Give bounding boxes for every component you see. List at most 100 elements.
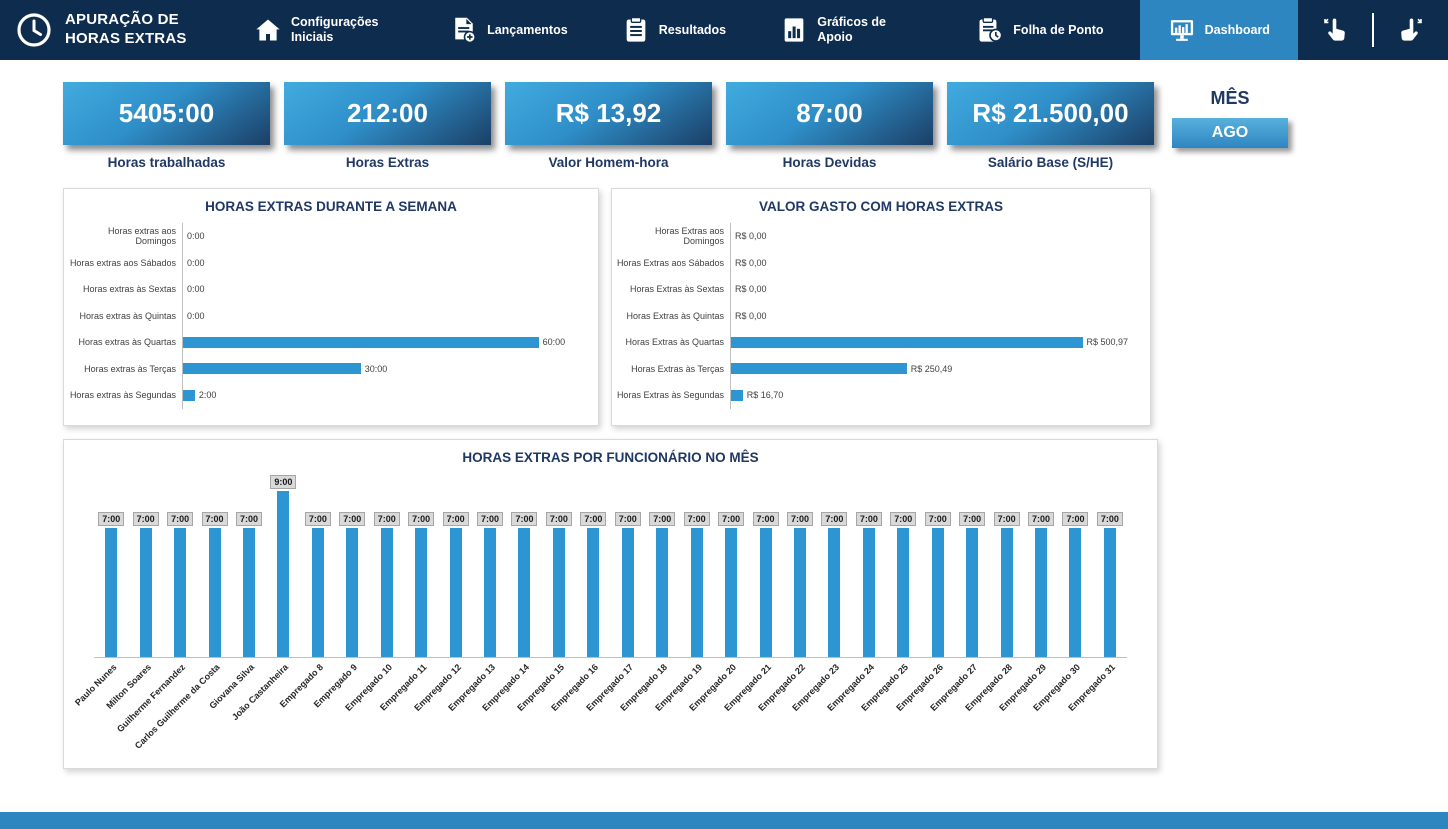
value-label: 7:00: [890, 512, 916, 526]
hand-gesture-right-icon[interactable]: [1386, 14, 1434, 46]
bar-track: R$ 500,97: [730, 329, 1138, 356]
chart-title: VALOR GASTO COM HORAS EXTRAS: [612, 189, 1150, 214]
kpi-value-card: 5405:00: [63, 82, 270, 145]
bar-column: 7:00: [94, 512, 128, 658]
bar: [553, 528, 565, 658]
kpi-valor-homem-hora: R$ 13,92 Valor Homem-hora: [505, 82, 712, 170]
bar: [731, 337, 1083, 348]
gesture-controls: [1298, 0, 1448, 60]
clipboard-clock-icon: [976, 16, 1004, 44]
bar: [183, 363, 361, 374]
bar-track: 60:00: [182, 329, 586, 356]
value-label: 7:00: [339, 512, 365, 526]
bar-track: 0:00: [182, 276, 586, 303]
value-label: 7:00: [1097, 512, 1123, 526]
month-selector-button[interactable]: AGO: [1172, 118, 1288, 148]
kpi-label: Horas Extras: [284, 155, 491, 170]
bar-column: 7:00: [404, 512, 438, 658]
nav-item-folha-de-ponto[interactable]: Folha de Ponto: [958, 0, 1121, 60]
bar: [1104, 528, 1116, 658]
bar-column: 7:00: [748, 512, 782, 658]
kpi-value-card: R$ 13,92: [505, 82, 712, 145]
bar-column: 7:00: [301, 512, 335, 658]
bar-column: 7:00: [817, 512, 851, 658]
monitor-chart-icon: [1168, 16, 1196, 44]
bar: [966, 528, 978, 658]
bar-column: 7:00: [1024, 512, 1058, 658]
bar-track: R$ 250,49: [730, 356, 1138, 383]
bar-column: 7:00: [128, 512, 162, 658]
chart-panel-week-cost: VALOR GASTO COM HORAS EXTRAS Horas Extra…: [611, 188, 1151, 426]
top-nav-bar: APURAÇÃO DE HORAS EXTRAS Configurações I…: [0, 0, 1448, 60]
value-label: 7:00: [1062, 512, 1088, 526]
chart-panel-week-hours: HORAS EXTRAS DURANTE A SEMANA Horas extr…: [63, 188, 599, 426]
category-label: Horas extras às Segundas: [68, 390, 182, 400]
chart-row: Horas Extras aos DomingosR$ 0,00: [616, 223, 1138, 250]
nav-item-graficos-de-apoio[interactable]: Gráficos de Apoio: [762, 0, 940, 60]
value-label: R$ 500,97: [1087, 337, 1129, 347]
kpi-label: Salário Base (S/HE): [947, 155, 1154, 170]
value-label: 7:00: [856, 512, 882, 526]
bar-track: R$ 16,70: [730, 382, 1138, 409]
value-label: 7:00: [236, 512, 262, 526]
bar: [381, 528, 393, 658]
nav-item-resultados[interactable]: Resultados: [604, 0, 744, 60]
value-label: 7:00: [649, 512, 675, 526]
nav-item-lancamentos[interactable]: Lançamentos: [432, 0, 586, 60]
kpi-value: 5405:00: [119, 98, 214, 129]
nav-label: Gráficos de Apoio: [817, 15, 922, 45]
chart-row: Horas extras às Quintas0:00: [68, 303, 586, 330]
kpi-value-card: 87:00: [726, 82, 933, 145]
bar: [932, 528, 944, 658]
bar-column: 7:00: [507, 512, 541, 658]
kpi-salario-base: R$ 21.500,00 Salário Base (S/HE): [947, 82, 1154, 170]
bar-column: 7:00: [852, 512, 886, 658]
category-label: Horas Extras às Segundas: [616, 390, 730, 400]
value-label: 0:00: [187, 258, 205, 268]
chart-plot-area: Horas Extras aos DomingosR$ 0,00 Horas Ex…: [612, 214, 1150, 413]
value-label: 7:00: [821, 512, 847, 526]
bar: [656, 528, 668, 658]
kpi-label: Valor Homem-hora: [505, 155, 712, 170]
nav-item-configuracoes-iniciais[interactable]: Configurações Iniciais: [236, 0, 414, 60]
kpi-horas-trabalhadas: 5405:00 Horas trabalhadas: [63, 82, 270, 170]
chart-plot-area: Horas extras aos Domingos0:00Horas extra…: [64, 214, 598, 413]
bar: [622, 528, 634, 658]
app-title: APURAÇÃO DE HORAS EXTRAS: [65, 11, 222, 49]
kpi-horas-devidas: 87:00 Horas Devidas: [726, 82, 933, 170]
bar: [897, 528, 909, 658]
kpi-label: Horas Devidas: [726, 155, 933, 170]
bar-column: 7:00: [438, 512, 472, 658]
hand-gesture-left-icon[interactable]: [1312, 14, 1360, 46]
bar-column: 7:00: [232, 512, 266, 658]
nav-label: Folha de Ponto: [1013, 23, 1103, 38]
value-label: 7:00: [787, 512, 813, 526]
category-label: Horas extras às Quartas: [68, 337, 182, 347]
value-label: 0:00: [187, 311, 205, 321]
value-label: R$ 16,70: [747, 390, 784, 400]
chart-row: Horas extras às Quartas60:00: [68, 329, 586, 356]
bar-column: 7:00: [163, 512, 197, 658]
kpi-value: 87:00: [796, 98, 863, 129]
value-label: 7:00: [718, 512, 744, 526]
bar-column: 7:00: [955, 512, 989, 658]
dashboard-content: 5405:00 Horas trabalhadas 212:00 Horas E…: [0, 60, 1448, 829]
bar-column: 7:00: [370, 512, 404, 658]
bar-column: 7:00: [1058, 512, 1092, 658]
main-nav: Configurações Iniciais Lançamentos: [236, 0, 1298, 60]
bar: [243, 528, 255, 658]
clipboard-list-icon: [622, 16, 650, 44]
chart-row: Horas extras às Sextas0:00: [68, 276, 586, 303]
bar: [691, 528, 703, 658]
value-label: 7:00: [925, 512, 951, 526]
nav-label: Configurações Iniciais: [291, 15, 396, 45]
nav-item-dashboard[interactable]: Dashboard: [1140, 0, 1298, 60]
value-label: 7:00: [511, 512, 537, 526]
value-label: 7:00: [1028, 512, 1054, 526]
bar-track: R$ 0,00: [730, 250, 1138, 277]
value-label: 7:00: [305, 512, 331, 526]
category-label: João Castanheira: [266, 658, 300, 762]
value-label: 7:00: [408, 512, 434, 526]
category-label: Horas extras aos Domingos: [68, 226, 182, 246]
bar: [725, 528, 737, 658]
